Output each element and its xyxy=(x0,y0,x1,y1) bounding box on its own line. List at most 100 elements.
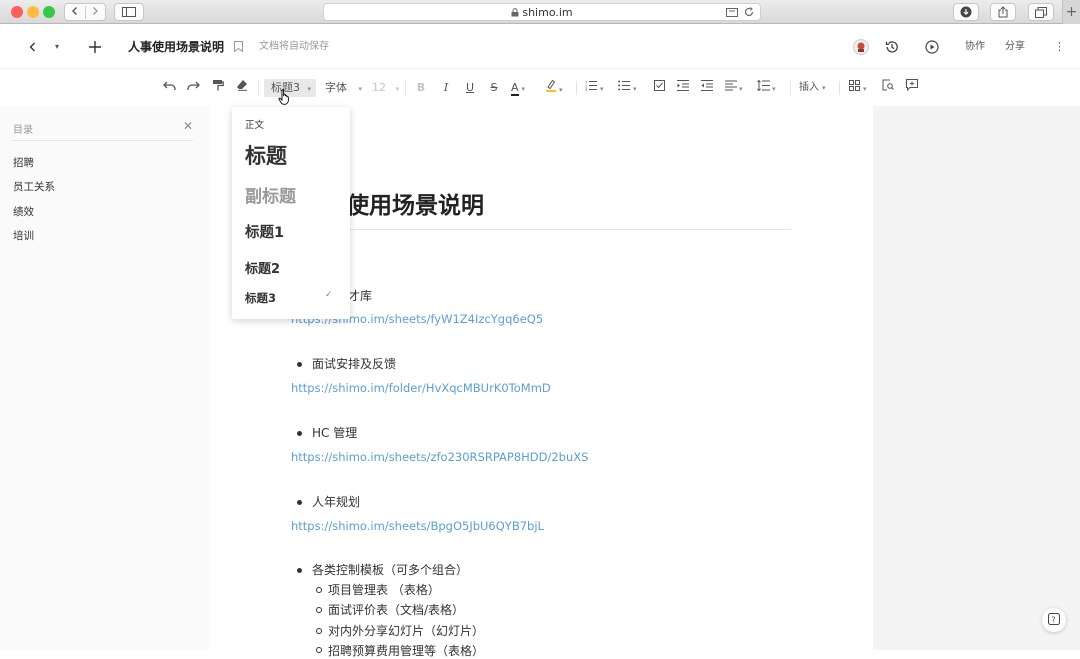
reader-icon[interactable] xyxy=(726,7,738,17)
back-icon[interactable] xyxy=(65,5,86,19)
close-icon[interactable]: ✕ xyxy=(183,119,193,133)
heading-option-h1[interactable]: 标题1 xyxy=(245,221,284,242)
outdent-icon[interactable] xyxy=(700,79,714,97)
bold-icon[interactable]: B xyxy=(414,79,428,97)
back-nav-icon[interactable] xyxy=(28,25,38,70)
insert-menu-label: 插入 xyxy=(799,82,819,93)
bullet-list-icon[interactable]: ▾ xyxy=(618,79,646,97)
close-window-button[interactable] xyxy=(11,6,23,18)
new-tab-button[interactable]: + xyxy=(1062,0,1080,24)
svg-text:?: ? xyxy=(1051,616,1055,625)
history-icon[interactable] xyxy=(885,25,899,72)
toolbar-separator xyxy=(258,81,259,95)
outline-divider xyxy=(13,140,193,141)
browser-toolbar: shimo.im + xyxy=(0,0,1080,24)
list-item-text: 人年规划 xyxy=(312,495,361,509)
autosave-status: 文档将自动保存 xyxy=(259,41,329,52)
avatar[interactable] xyxy=(853,25,869,73)
heading-option-h3[interactable]: 标题3 xyxy=(245,290,276,306)
outline-item[interactable]: 培训 xyxy=(13,228,34,243)
sub-list-item: 招聘预算费用管理等（表格） xyxy=(328,644,485,658)
outline-item[interactable]: 招聘 xyxy=(13,155,34,170)
sheet-link[interactable]: https://shimo.im/sheets/zfo230RSRPAP8HDD… xyxy=(291,450,588,464)
url-text: shimo.im xyxy=(522,5,573,19)
toolbar-separator xyxy=(839,81,840,95)
sub-bullet-icon xyxy=(316,587,322,593)
sub-bullet-icon xyxy=(316,607,322,613)
ordered-list-icon[interactable]: 1 2 3 ▾ xyxy=(585,79,613,97)
outline-sidebar: 目录 ✕ 招聘 员工关系 绩效 培训 xyxy=(0,106,210,650)
outline-item[interactable]: 绩效 xyxy=(13,204,34,219)
sidebar-toggle-icon[interactable] xyxy=(114,3,144,21)
sub-bullet-icon xyxy=(316,628,322,634)
document-title: 使用场景说明 xyxy=(346,193,484,219)
caret-down-icon: ▾ xyxy=(395,85,400,93)
reload-icon[interactable] xyxy=(744,7,754,17)
italic-icon[interactable]: I xyxy=(439,79,453,97)
present-icon[interactable] xyxy=(925,25,939,72)
bullet-icon xyxy=(297,431,302,436)
sub-bullet-icon xyxy=(316,647,322,653)
bullet-icon xyxy=(297,362,302,367)
toolbar-separator xyxy=(576,81,577,95)
font-color-icon[interactable]: A ▾ xyxy=(511,79,535,97)
help-button[interactable]: ? xyxy=(1042,608,1066,632)
download-icon[interactable] xyxy=(953,3,979,21)
insert-menu[interactable]: 插入 ▾ xyxy=(799,79,831,97)
minimize-window-button[interactable] xyxy=(27,6,39,18)
tabs-icon[interactable] xyxy=(1028,3,1054,21)
more-icon[interactable]: ⋮ xyxy=(1054,25,1065,69)
font-select-label: 字体 xyxy=(325,81,347,94)
sub-list-item: 项目管理表 （表格） xyxy=(328,583,440,597)
comment-icon[interactable] xyxy=(905,79,919,97)
clear-format-icon[interactable] xyxy=(234,79,250,97)
bookmark-icon[interactable] xyxy=(234,25,243,70)
sheet-link[interactable]: https://shimo.im/sheets/BpgO5JbU6QYB7bjL xyxy=(291,519,544,533)
strikethrough-icon[interactable]: S xyxy=(487,79,501,97)
svg-text:3: 3 xyxy=(585,88,587,91)
sub-list-item: 对内外分享幻灯片（幻灯片） xyxy=(328,624,485,638)
line-height-icon[interactable]: ▾ xyxy=(757,79,783,97)
list-item-text: 各类控制模板（可多个组合） xyxy=(312,563,469,577)
indent-icon[interactable] xyxy=(676,79,690,97)
bullet-icon xyxy=(297,500,302,505)
bullet-icon xyxy=(297,568,302,573)
toolbar-separator xyxy=(790,81,791,95)
forward-icon[interactable] xyxy=(86,6,106,19)
align-icon[interactable]: ▾ xyxy=(725,79,751,97)
share-button[interactable]: 分享 xyxy=(1005,25,1025,69)
find-replace-icon[interactable] xyxy=(881,79,895,97)
collab-button[interactable]: 协作 xyxy=(965,25,985,69)
doc-title[interactable]: 人事使用场景说明 xyxy=(128,25,224,69)
sub-list-item: 面试评价表（文档/表格） xyxy=(328,603,465,617)
editor-toolbar: 标题3 ▾ 字体 ▾ 12 ▾ B I U S A ▾ ▾ 1 2 3 ▾ ▾ ▾ ▾ … xyxy=(0,70,1080,106)
undo-icon[interactable] xyxy=(162,79,178,97)
font-size-select[interactable]: 12 ▾ xyxy=(372,79,402,97)
font-select[interactable]: 字体 ▾ xyxy=(325,79,365,97)
caret-down-icon: ▾ xyxy=(358,85,363,93)
heading-option-subtitle[interactable]: 副标题 xyxy=(245,182,296,207)
nav-dropdown-icon[interactable]: ▾ xyxy=(55,25,59,69)
table-icon[interactable]: ▾ xyxy=(849,79,875,97)
address-bar[interactable]: shimo.im xyxy=(323,3,761,21)
underline-icon[interactable]: U xyxy=(463,79,477,97)
format-painter-icon[interactable] xyxy=(210,79,226,97)
title-divider xyxy=(291,229,791,230)
redo-icon[interactable] xyxy=(185,79,201,97)
checklist-icon[interactable] xyxy=(652,79,666,97)
heading-option-h2[interactable]: 标题2 xyxy=(245,258,280,277)
heading-option-body[interactable]: 正文 xyxy=(245,117,264,131)
list-item-text: 面试安排及反馈 xyxy=(312,357,397,371)
zoom-window-button[interactable] xyxy=(43,6,55,18)
pointer-cursor-icon xyxy=(278,89,289,105)
share-icon[interactable] xyxy=(990,3,1016,21)
heading-option-title[interactable]: 标题 xyxy=(245,140,287,170)
toolbar-separator xyxy=(405,81,406,95)
help-icon: ? xyxy=(1048,613,1060,625)
list-item-text: HC 管理 xyxy=(312,426,358,440)
outline-title: 目录 xyxy=(13,125,33,136)
folder-link[interactable]: https://shimo.im/folder/HvXqcMBUrK0ToMmD xyxy=(291,381,551,395)
highlight-icon[interactable]: ▾ xyxy=(545,79,571,97)
new-doc-icon[interactable] xyxy=(89,25,101,71)
outline-item[interactable]: 员工关系 xyxy=(13,179,55,194)
